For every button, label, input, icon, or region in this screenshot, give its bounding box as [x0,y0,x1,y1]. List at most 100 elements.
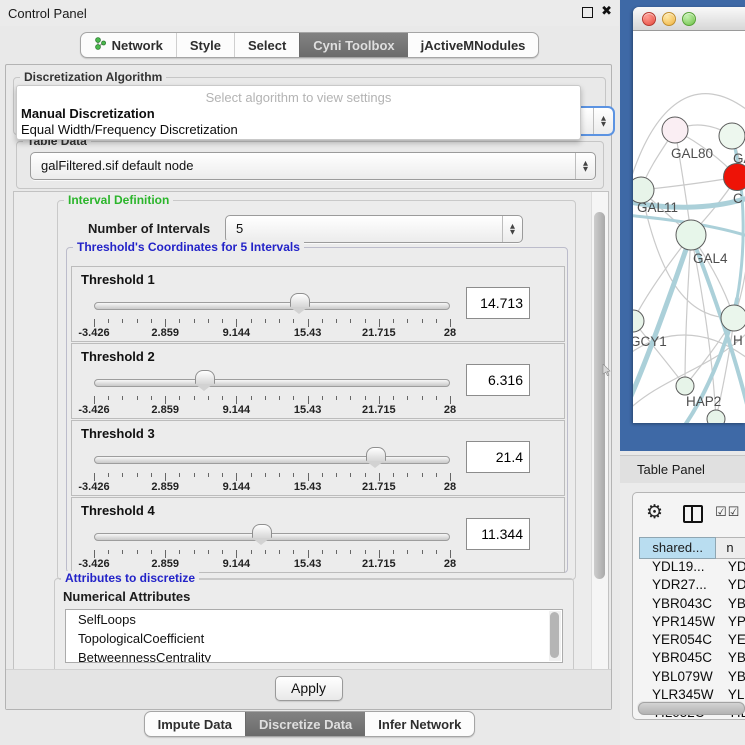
tick-mark [137,473,138,477]
table-row[interactable]: YBR045CYBR0 [639,650,745,668]
threshold-slider[interactable] [94,293,450,317]
network-node[interactable] [633,310,644,332]
tick-mark [336,473,337,477]
threshold-label: Threshold 2 [81,349,155,364]
table-row[interactable]: YDL19...YDL1 [639,559,745,577]
network-node[interactable] [719,123,745,149]
tab-label: Style [190,38,221,53]
tick-mark [137,396,138,400]
bottom-tab-bar: Impute DataDiscretize DataInfer Network [0,711,619,737]
panel-title: Control Panel [8,6,87,21]
tick-mark [450,550,451,558]
threshold-label: Threshold 4 [81,503,155,518]
list-item[interactable]: SelfLoops [66,610,562,629]
slider-knob[interactable] [290,293,310,307]
table-hscrollbar[interactable] [637,701,745,714]
table-rows: YDL19...YDL1YDR27...YDR2YBR043CYBR0YPR14… [639,559,745,720]
float-window-icon[interactable] [582,7,593,18]
network-node[interactable] [676,377,694,395]
axis-label: 28 [444,558,456,570]
slider-track[interactable] [94,456,450,464]
table-row[interactable]: YBR043CYBR0 [639,596,745,614]
traffic-light-yellow[interactable] [662,12,676,26]
threshold-value-field[interactable]: 14.713 [466,287,530,319]
threshold-value-field[interactable]: 11.344 [466,518,530,550]
slider-track[interactable] [94,379,450,387]
tick-mark [151,473,152,477]
tick-mark [322,396,323,400]
table-data-combobox[interactable]: galFiltered.sif default node ▲▼ [30,152,596,180]
tick-mark [407,319,408,323]
tab-bottom-discretize-data[interactable]: Discretize Data [245,712,365,736]
columns-icon[interactable] [683,505,703,523]
network-edge [641,177,737,190]
threshold-slider[interactable] [94,370,450,394]
tab-top-jactivemnodules[interactable]: jActiveMNodules [408,33,539,57]
combobox-stepper-icon: ▲▼ [575,153,595,179]
tick-mark [165,396,166,404]
slider-axis-labels: -3.4262.8599.14415.4321.71528 [94,404,450,416]
tick-mark [407,473,408,477]
network-node[interactable] [676,220,706,250]
number-of-intervals-combobox[interactable]: 5 ▲▼ [225,215,523,243]
node-label: GCY1 [633,334,667,349]
list-item[interactable]: BetweennessCentrality [66,648,562,663]
network-node[interactable] [662,117,688,143]
tab-top-cyni-toolbox[interactable]: Cyni Toolbox [299,33,407,57]
tick-mark [350,396,351,400]
tick-mark [151,319,152,323]
tab-bottom-infer-network[interactable]: Infer Network [365,712,474,736]
network-node[interactable] [707,410,725,423]
table-row[interactable]: YER054CYER0 [639,632,745,650]
network-node[interactable] [724,164,745,191]
apply-strip: Apply [6,669,611,709]
tick-mark [393,319,394,323]
threshold-value-field[interactable]: 21.4 [466,441,530,473]
checkbox-icons[interactable]: ☑☑ [715,505,740,520]
panel-scrollbar[interactable] [591,192,608,670]
list-item[interactable]: TopologicalCoefficient [66,629,562,648]
scrollbar-thumb[interactable] [594,212,605,579]
column-header-name[interactable]: n [716,537,745,559]
axis-label: 2.859 [151,404,179,416]
threshold-slider[interactable] [94,524,450,548]
threshold-slider[interactable] [94,447,450,471]
tick-mark [422,473,423,477]
tab-bottom-impute-data[interactable]: Impute Data [145,712,245,736]
tab-top-network[interactable]: Network [81,33,176,57]
network-window-titlebar[interactable] [633,7,745,31]
gear-icon[interactable]: ⚙ [646,501,663,523]
scrollbar-thumb[interactable] [550,612,559,658]
axis-label: 28 [444,481,456,493]
traffic-light-green[interactable] [682,12,696,26]
threshold-value-field[interactable]: 6.316 [466,364,530,396]
tick-mark [179,550,180,554]
network-node[interactable] [721,305,745,331]
slider-knob[interactable] [252,524,272,538]
tick-mark [108,319,109,323]
axis-label: -3.426 [78,558,109,570]
network-canvas[interactable]: GAL80GACGAL11GAL4GCY1HHAP2 [633,31,745,423]
slider-knob[interactable] [195,370,215,384]
tab-top-select[interactable]: Select [234,33,299,57]
apply-button[interactable]: Apply [275,676,343,701]
column-header-shared[interactable]: shared... [639,537,716,559]
algorithm-option-manual[interactable]: Manual Discretization [21,106,155,121]
table-row[interactable]: YBL079WYBL0 [639,669,745,687]
attributes-scrollbar[interactable] [549,611,561,661]
close-icon[interactable]: ✖ [601,4,612,19]
tab-top-style[interactable]: Style [176,33,234,57]
tick-mark [94,396,95,404]
slider-track[interactable] [94,302,450,310]
table-row[interactable]: YDR27...YDR2 [639,577,745,595]
numerical-attributes-list[interactable]: SelfLoopsTopologicalCoefficientBetweenne… [65,609,563,663]
tick-mark [422,319,423,323]
table-row[interactable]: YPR145WYPR1 [639,614,745,632]
axis-label: 28 [444,404,456,416]
slider-knob[interactable] [366,447,386,461]
traffic-light-red[interactable] [642,12,656,26]
scrollbar-thumb[interactable] [638,702,745,715]
tick-mark [450,473,451,481]
thresholds-group: Threshold's Coordinates for 5 Intervals … [66,247,568,573]
algorithm-option-equal-width[interactable]: Equal Width/Frequency Discretization [21,122,238,137]
